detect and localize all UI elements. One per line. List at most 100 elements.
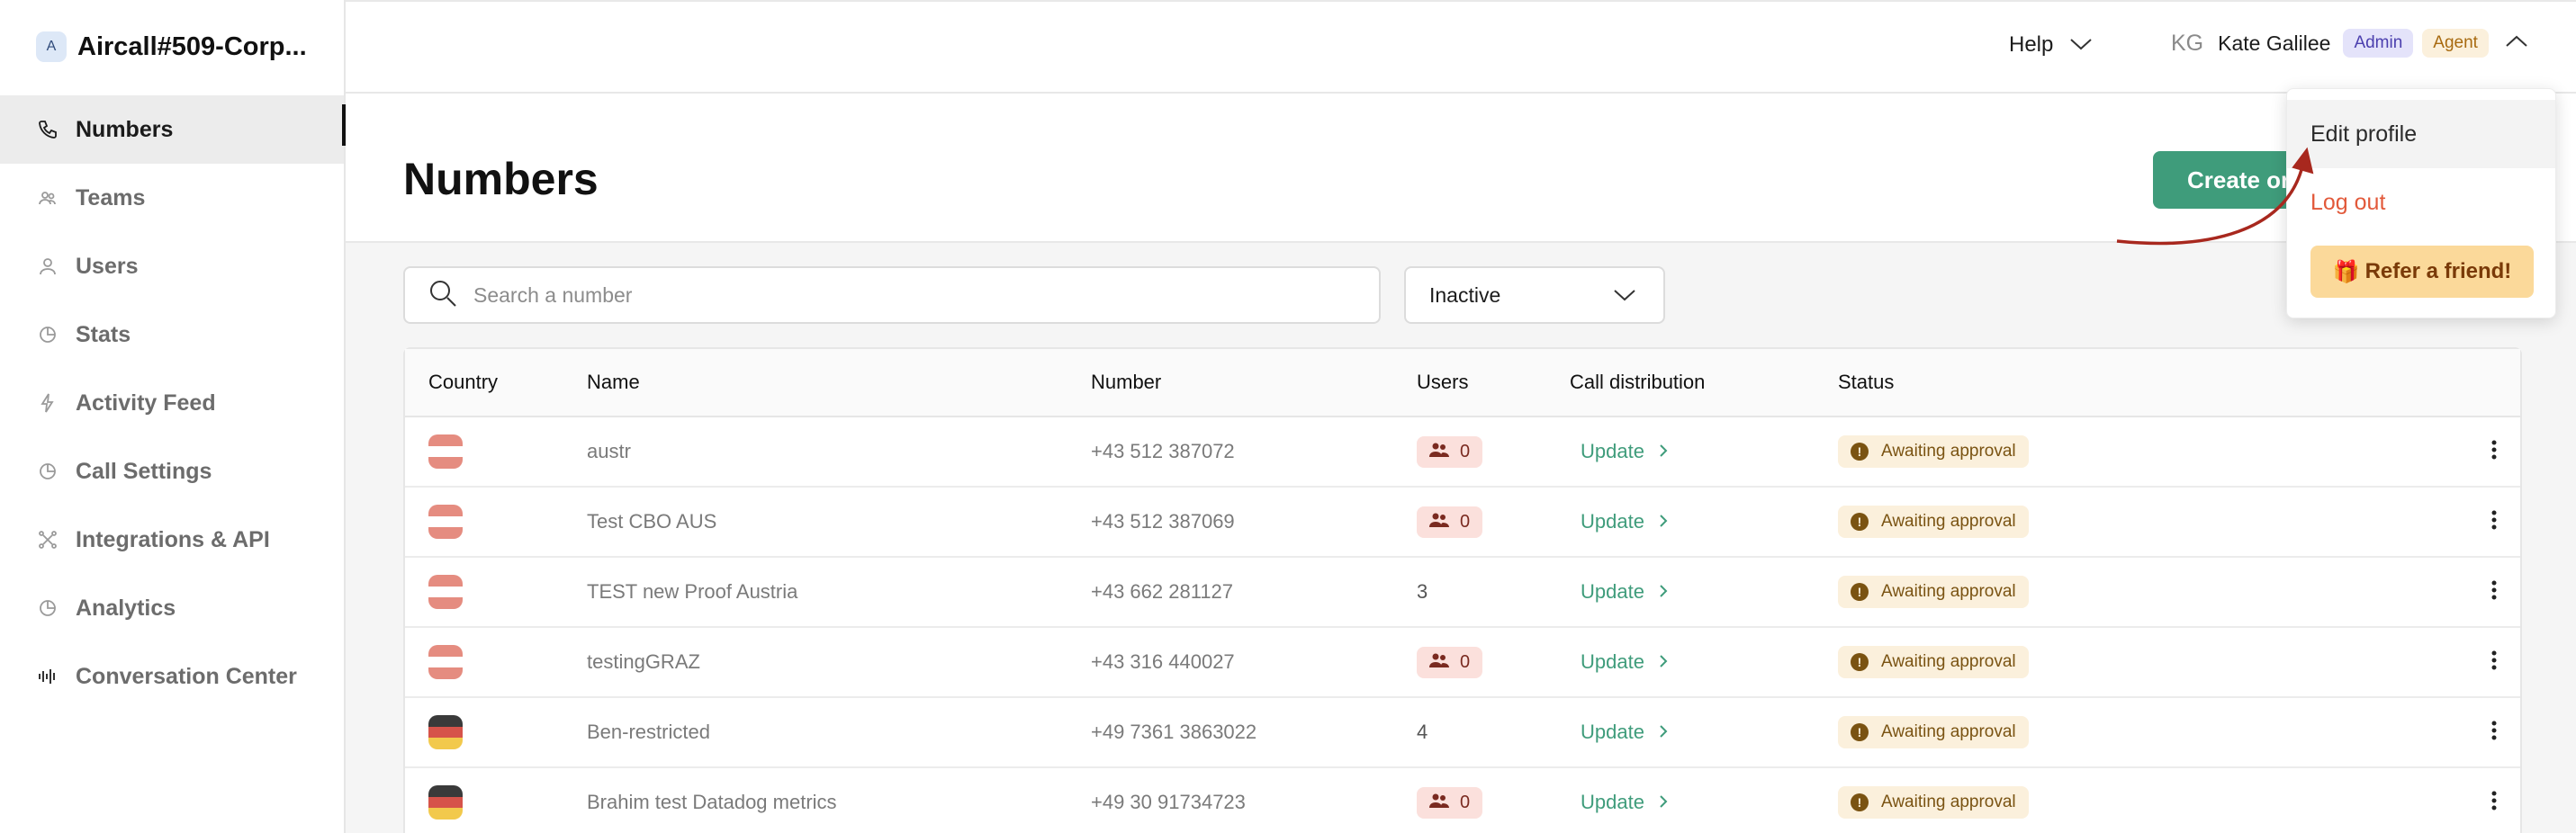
user-name: Kate Galilee <box>2218 31 2331 55</box>
users-icon <box>1429 512 1449 533</box>
lightning-icon <box>36 391 59 415</box>
user-menu[interactable]: KG Kate Galilee Admin Agent <box>2171 29 2528 58</box>
sidebar-item-numbers[interactable]: Numbers <box>0 95 346 164</box>
update-distribution-link[interactable]: Update <box>1570 510 1668 533</box>
integrations-icon <box>36 528 59 551</box>
chevron-down-icon <box>2069 32 2093 58</box>
status-badge: ! Awaiting approval <box>1838 786 2029 819</box>
update-distribution-link[interactable]: Update <box>1570 580 1668 604</box>
update-label: Update <box>1581 650 1644 673</box>
sidebar-item-teams[interactable]: Teams <box>0 164 344 232</box>
page-header: Numbers Create or <box>346 94 2576 243</box>
table-row[interactable]: Brahim test Datadog metrics +49 30 91734… <box>405 768 2520 833</box>
table-header: Country Name Number Users Call distribut… <box>405 349 2520 417</box>
update-label: Update <box>1581 721 1644 743</box>
phone-number: +43 512 387072 <box>1091 440 1235 462</box>
phone-number: +49 30 91734723 <box>1091 791 1246 813</box>
sidebar-item-label: Stats <box>76 321 131 347</box>
column-header-users: Users <box>1417 371 1469 393</box>
users-icon <box>1429 793 1449 813</box>
warning-icon: ! <box>1851 583 1869 601</box>
stats-icon <box>36 323 59 346</box>
phone-number: +43 512 387069 <box>1091 510 1235 533</box>
germany-flag-icon <box>428 785 463 820</box>
users-count: 0 <box>1460 651 1471 672</box>
number-name: TEST new Proof Austria <box>587 580 798 603</box>
status-label: Awaiting approval <box>1881 652 2016 671</box>
update-label: Update <box>1581 791 1644 813</box>
users-count: 0 <box>1460 441 1471 461</box>
update-distribution-link[interactable]: Update <box>1570 791 1668 814</box>
users-icon <box>1429 652 1449 673</box>
users-count-badge: 0 <box>1417 506 1483 538</box>
sidebar-item-users[interactable]: Users <box>0 232 344 300</box>
chevron-right-icon <box>1659 650 1668 674</box>
number-name: testingGRAZ <box>587 650 700 673</box>
waveform-icon <box>36 665 59 688</box>
chevron-right-icon <box>1659 510 1668 533</box>
more-options-icon[interactable] <box>2491 579 2497 605</box>
warning-icon: ! <box>1851 653 1869 671</box>
sidebar-item-label: Users <box>76 253 139 279</box>
user-initials: KG <box>2171 30 2204 56</box>
status-badge: ! Awaiting approval <box>1838 716 2029 748</box>
agent-badge: Agent <box>2422 29 2489 58</box>
sidebar-item-stats[interactable]: Stats <box>0 300 344 369</box>
sidebar-item-label: Integrations & API <box>76 526 270 552</box>
update-distribution-link[interactable]: Update <box>1570 440 1668 463</box>
sidebar-item-integrations[interactable]: Integrations & API <box>0 506 344 574</box>
users-count: 4 <box>1417 721 1428 743</box>
column-header-status: Status <box>1838 371 1895 393</box>
more-options-icon[interactable] <box>2491 720 2497 745</box>
table-row[interactable]: Ben-restricted +49 7361 3863022 4 Update… <box>405 698 2520 768</box>
admin-badge: Admin <box>2343 29 2414 58</box>
table-row[interactable]: Test CBO AUS +43 512 387069 0 Update ! A… <box>405 488 2520 558</box>
chevron-right-icon <box>1659 580 1668 604</box>
users-count-badge: 0 <box>1417 646 1483 678</box>
table-body: austr +43 512 387072 0 Update ! Awaiting… <box>405 417 2520 833</box>
more-options-icon[interactable] <box>2491 439 2497 464</box>
numbers-table: Country Name Number Users Call distribut… <box>403 347 2522 833</box>
number-name: Test CBO AUS <box>587 510 717 533</box>
log-out-item[interactable]: Log out <box>2287 168 2555 237</box>
table-row[interactable]: TEST new Proof Austria +43 662 281127 3 … <box>405 558 2520 628</box>
workspace-name: Aircall#509-Corp... <box>77 31 307 61</box>
sidebar-nav: Numbers Teams Users Stats Activity Feed <box>0 95 346 711</box>
more-options-icon[interactable] <box>2491 509 2497 534</box>
help-menu[interactable]: Help <box>2009 32 2093 58</box>
status-badge: ! Awaiting approval <box>1838 646 2029 678</box>
search-box[interactable] <box>403 266 1381 324</box>
sidebar-item-analytics[interactable]: Analytics <box>0 574 344 642</box>
sidebar-item-call-settings[interactable]: Call Settings <box>0 437 344 506</box>
sidebar-item-activity-feed[interactable]: Activity Feed <box>0 369 344 437</box>
update-label: Update <box>1581 510 1644 533</box>
workspace-avatar: A <box>36 31 67 62</box>
user-icon <box>36 255 59 278</box>
table-row[interactable]: testingGRAZ +43 316 440027 0 Update ! Aw… <box>405 628 2520 698</box>
update-label: Update <box>1581 440 1644 462</box>
status-label: Awaiting approval <box>1881 582 2016 601</box>
users-count: 0 <box>1460 511 1471 532</box>
more-options-icon[interactable] <box>2491 649 2497 675</box>
user-dropdown-menu: Edit profile Log out 🎁 Refer a friend! <box>2286 88 2556 318</box>
update-distribution-link[interactable]: Update <box>1570 721 1668 744</box>
more-options-icon[interactable] <box>2491 790 2497 815</box>
warning-icon: ! <box>1851 793 1869 811</box>
phone-icon <box>36 118 59 141</box>
status-label: Awaiting approval <box>1881 722 2016 741</box>
table-row[interactable]: austr +43 512 387072 0 Update ! Awaiting… <box>405 417 2520 488</box>
workspace-switcher[interactable]: A Aircall#509-Corp... <box>0 0 344 94</box>
update-distribution-link[interactable]: Update <box>1570 650 1668 674</box>
refer-friend-label: Refer a friend! <box>2364 259 2512 283</box>
edit-profile-item[interactable]: Edit profile <box>2287 100 2555 168</box>
status-filter-select[interactable]: Inactive <box>1404 266 1665 324</box>
sidebar: A Aircall#509-Corp... Numbers Teams User… <box>0 0 346 833</box>
sidebar-item-conversation-center[interactable]: Conversation Center <box>0 642 344 711</box>
sidebar-item-label: Activity Feed <box>76 390 216 416</box>
refer-friend-button[interactable]: 🎁 Refer a friend! <box>2310 246 2534 298</box>
search-input[interactable] <box>473 282 1283 308</box>
chevron-up-icon[interactable] <box>2505 34 2528 53</box>
phone-number: +43 662 281127 <box>1091 580 1234 603</box>
column-header-call-distribution: Call distribution <box>1570 371 1706 393</box>
phone-number: +49 7361 3863022 <box>1091 721 1257 743</box>
